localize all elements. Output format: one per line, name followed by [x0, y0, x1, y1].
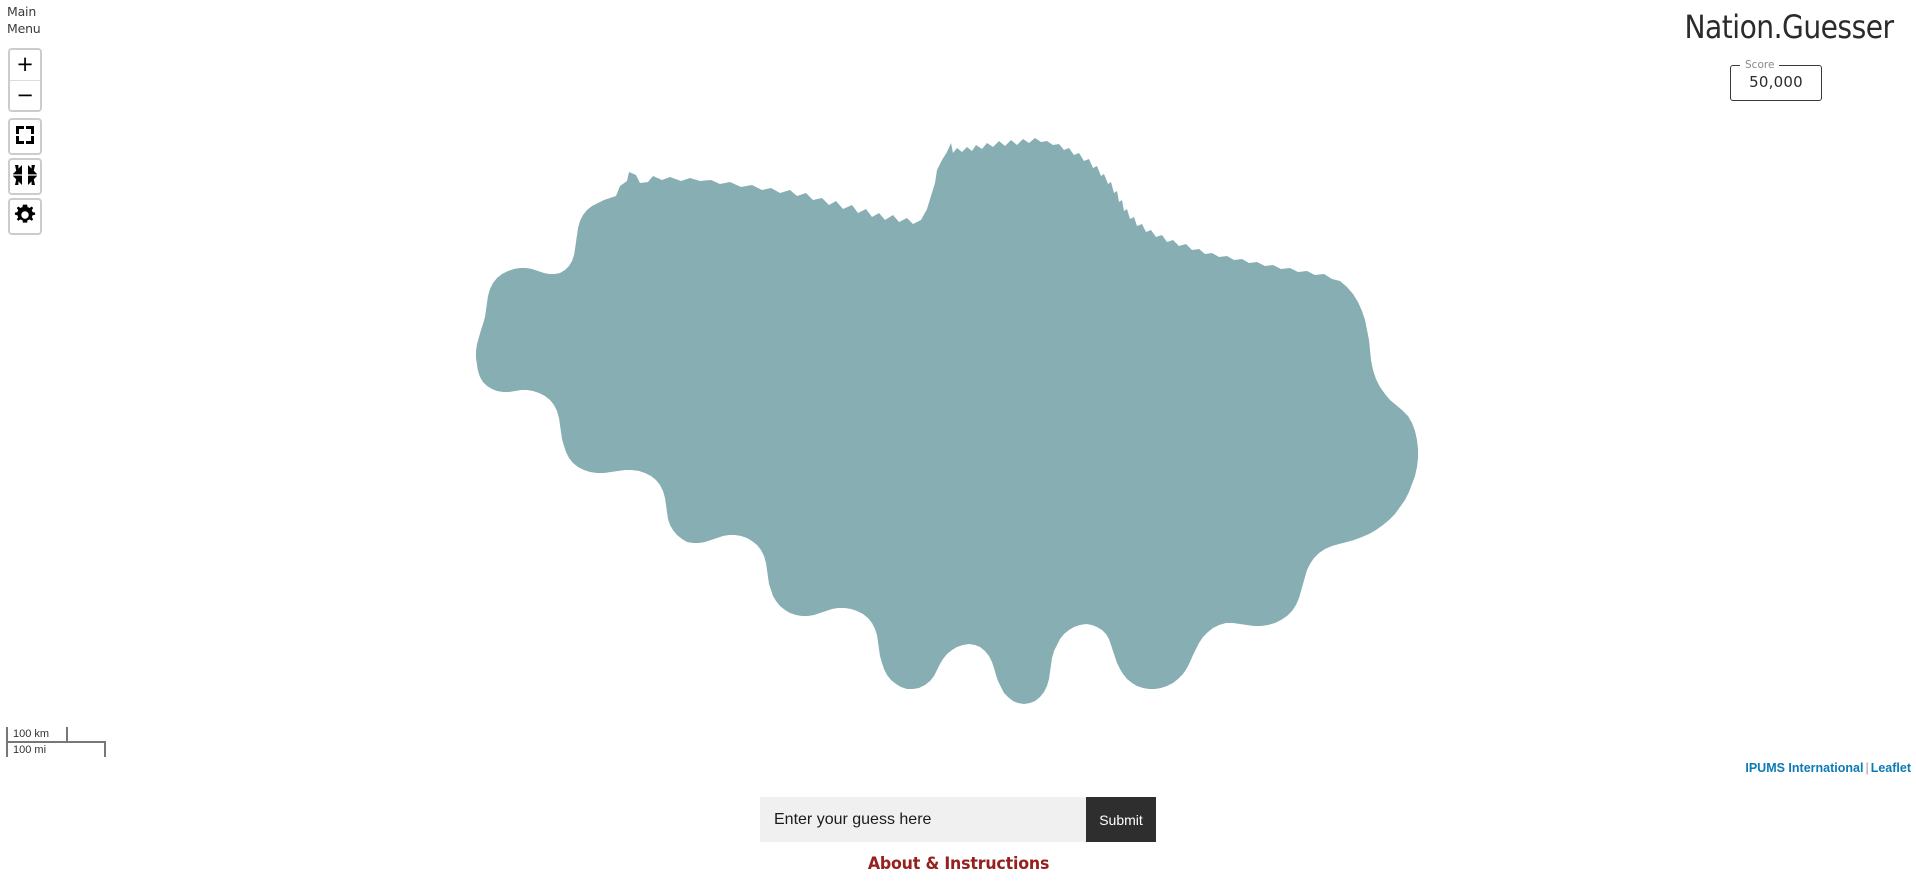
footer: About & Instructions — [0, 854, 1916, 874]
contract-icon — [13, 165, 37, 185]
fullscreen-control-group — [8, 118, 42, 155]
expand-icon — [16, 126, 34, 144]
score-display: Score 50,000 — [1730, 60, 1822, 101]
zoom-out-button[interactable]: − — [10, 80, 40, 110]
main-menu-label-line1: Main — [7, 4, 37, 19]
attribution-link-leaflet[interactable]: Leaflet — [1871, 761, 1911, 775]
submit-button[interactable]: Submit — [1086, 797, 1156, 842]
score-value: 50,000 — [1749, 72, 1803, 91]
gear-icon — [14, 204, 36, 223]
fit-bounds-button[interactable] — [10, 163, 40, 193]
map-scale-control: 100 km 100 mi — [6, 726, 106, 757]
country-shape-ukraine — [476, 138, 1418, 704]
attribution-separator: | — [1865, 760, 1869, 775]
attribution-link-ipums[interactable]: IPUMS International — [1745, 761, 1863, 775]
map-attribution: IPUMS International | Leaflet — [1740, 759, 1916, 777]
map-canvas[interactable]: Main Menu + − 100 km 100 mi IPUMS Intern… — [0, 0, 1916, 787]
about-and-instructions-link[interactable]: About & Instructions — [867, 854, 1049, 874]
settings-button[interactable] — [10, 203, 40, 233]
page-title: Nation.Guesser — [1684, 8, 1895, 46]
guess-form: Submit — [0, 797, 1916, 842]
fit-bounds-control-group — [8, 158, 42, 195]
scale-imperial-label: 100 mi — [6, 740, 106, 757]
main-menu-label-line2: Menu — [7, 20, 41, 36]
zoom-control-group: + − — [8, 48, 42, 112]
main-menu-button[interactable]: Main Menu — [7, 4, 67, 38]
guess-input[interactable] — [760, 797, 1086, 842]
fullscreen-button[interactable] — [10, 123, 40, 153]
settings-control-group — [8, 198, 42, 235]
zoom-in-button[interactable]: + — [10, 50, 40, 80]
app-root: Main Menu + − 100 km 100 mi IPUMS Intern… — [0, 0, 1916, 893]
